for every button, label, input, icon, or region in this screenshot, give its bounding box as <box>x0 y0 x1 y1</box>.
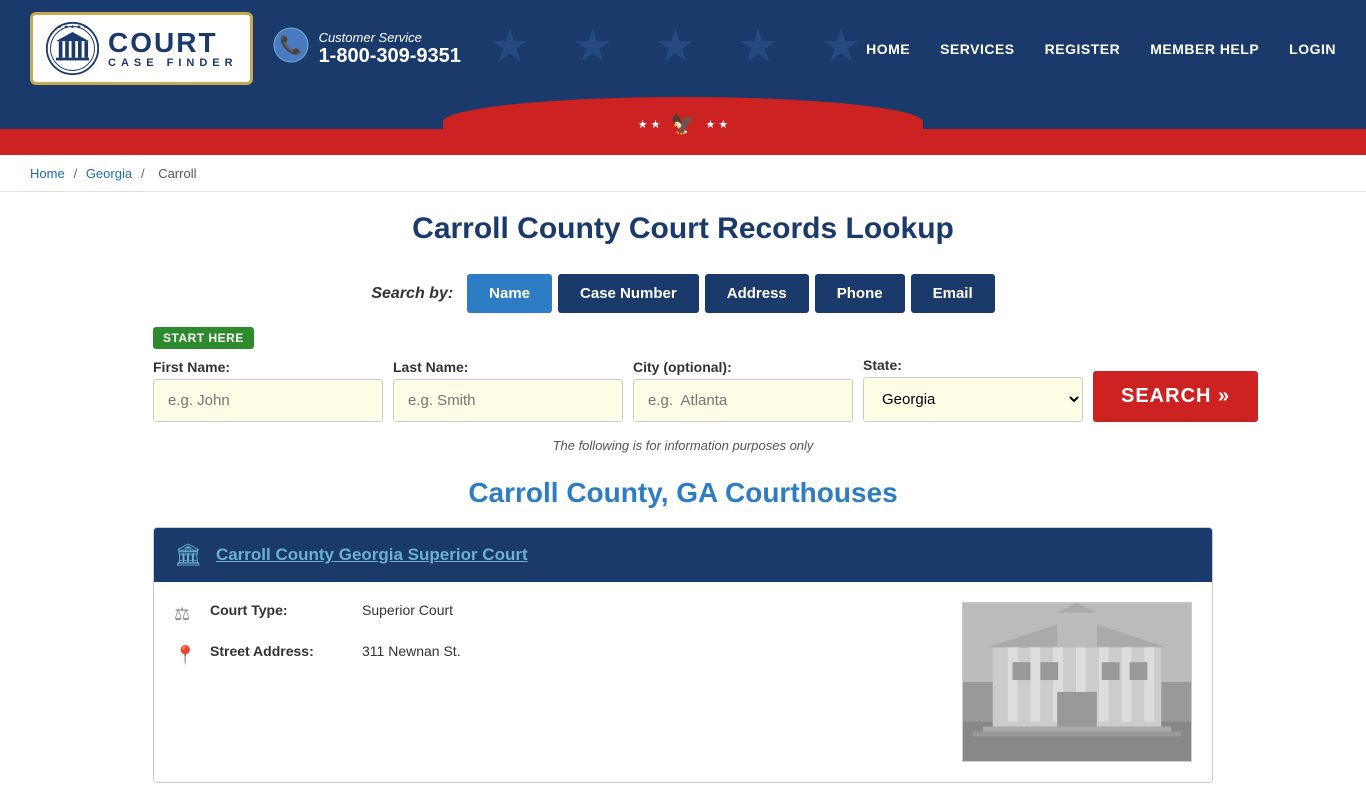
first-name-input[interactable] <box>153 379 383 422</box>
courthouse-building-icon: 🏛 <box>174 542 202 568</box>
address-value: 311 Newnan St. <box>362 643 461 659</box>
breadcrumb: Home / Georgia / Carroll <box>0 155 1366 192</box>
city-input[interactable] <box>633 379 853 422</box>
red-bottom-bar <box>0 147 1366 155</box>
courthouse-card: 🏛 Carroll County Georgia Superior Court … <box>153 527 1213 783</box>
court-type-row: ⚖ Court Type: Superior Court <box>174 602 942 625</box>
logo-case-finder-label: CASE FINDER <box>108 57 238 69</box>
logo-text: COURT CASE FINDER <box>108 29 238 69</box>
breadcrumb-sep1: / <box>74 166 81 181</box>
search-by-row: Search by: Name Case Number Address Phon… <box>153 274 1213 313</box>
tab-email[interactable]: Email <box>911 274 995 313</box>
tab-name[interactable]: Name <box>467 274 552 313</box>
tab-address[interactable]: Address <box>705 274 809 313</box>
courthouse-header: 🏛 Carroll County Georgia Superior Court <box>154 528 1212 582</box>
header-left: ★ ★ ★ ★ ★ COURT CASE FINDER <box>30 12 461 85</box>
wave-stars-left: ★ ★ <box>638 118 661 131</box>
first-name-group: First Name: <box>153 359 383 422</box>
city-label: City (optional): <box>633 359 853 375</box>
header-wave-area: ★ ★ 🦅 ★ ★ <box>0 97 1366 147</box>
search-form-area: START HERE First Name: Last Name: City (… <box>153 327 1213 422</box>
search-form-row: First Name: Last Name: City (optional): … <box>153 357 1213 422</box>
court-type-label: Court Type: <box>210 602 350 618</box>
courthouse-info: ⚖ Court Type: Superior Court 📍 Street Ad… <box>174 602 942 762</box>
stars-icon: ★ ★ ★ ★ ★ <box>490 19 877 72</box>
search-by-label: Search by: <box>371 285 453 303</box>
header-stars-decoration: ★ ★ ★ ★ ★ <box>490 0 877 90</box>
state-select[interactable]: Georgia Alabama Florida <box>863 377 1083 422</box>
nav-member-help[interactable]: MEMBER HELP <box>1150 41 1259 57</box>
site-header: ★ ★ ★ ★ ★ COURT CASE FINDER <box>0 0 1366 155</box>
page-title: Carroll County Court Records Lookup <box>153 212 1213 246</box>
last-name-label: Last Name: <box>393 359 623 375</box>
breadcrumb-current: Carroll <box>158 166 196 181</box>
nav-register[interactable]: REGISTER <box>1045 41 1121 57</box>
city-group: City (optional): <box>633 359 853 422</box>
main-nav: HOME SERVICES REGISTER MEMBER HELP LOGIN <box>866 41 1336 57</box>
courthouse-building-svg <box>963 602 1191 762</box>
wave-arc: ★ ★ 🦅 ★ ★ <box>443 97 923 147</box>
courthouse-body: ⚖ Court Type: Superior Court 📍 Street Ad… <box>154 582 1212 782</box>
header-main: ★ ★ ★ ★ ★ COURT CASE FINDER <box>0 0 1366 97</box>
phone-section: 📞 Customer Service 1-800-309-9351 <box>273 27 461 70</box>
breadcrumb-sep2: / <box>141 166 148 181</box>
last-name-group: Last Name: <box>393 359 623 422</box>
courthouses-title: Carroll County, GA Courthouses <box>153 477 1213 509</box>
nav-login[interactable]: LOGIN <box>1289 41 1336 57</box>
tab-phone[interactable]: Phone <box>815 274 905 313</box>
phone-number: 1-800-309-9351 <box>319 45 461 68</box>
site-logo[interactable]: ★ ★ ★ ★ ★ COURT CASE FINDER <box>30 12 253 85</box>
svg-text:★ ★ ★ ★ ★: ★ ★ ★ ★ ★ <box>57 23 88 30</box>
info-note: The following is for information purpose… <box>153 438 1213 453</box>
state-label: State: <box>863 357 1083 373</box>
phone-icon: 📞 <box>273 27 309 70</box>
state-group: State: Georgia Alabama Florida <box>863 357 1083 422</box>
address-label: Street Address: <box>210 643 350 659</box>
courthouse-name-link[interactable]: Carroll County Georgia Superior Court <box>216 545 528 565</box>
logo-court-label: COURT <box>108 29 218 57</box>
start-here-badge: START HERE <box>153 327 254 349</box>
location-icon: 📍 <box>174 645 198 666</box>
first-name-label: First Name: <box>153 359 383 375</box>
court-type-value: Superior Court <box>362 602 453 618</box>
court-type-icon: ⚖ <box>174 604 198 625</box>
phone-label: Customer Service <box>319 30 461 45</box>
nav-services[interactable]: SERVICES <box>940 41 1015 57</box>
breadcrumb-georgia[interactable]: Georgia <box>86 166 132 181</box>
logo-emblem-icon: ★ ★ ★ ★ ★ <box>45 21 100 76</box>
wave-stars-right: ★ ★ <box>705 118 728 131</box>
main-content: Carroll County Court Records Lookup Sear… <box>133 192 1233 803</box>
svg-text:📞: 📞 <box>279 33 302 55</box>
breadcrumb-home[interactable]: Home <box>30 166 65 181</box>
eagle-icon: 🦅 <box>671 112 696 137</box>
last-name-input[interactable] <box>393 379 623 422</box>
search-button[interactable]: SEARCH » <box>1093 371 1258 422</box>
address-row: 📍 Street Address: 311 Newnan St. <box>174 643 942 666</box>
courthouse-image <box>962 602 1192 762</box>
tab-case-number[interactable]: Case Number <box>558 274 699 313</box>
phone-text: Customer Service 1-800-309-9351 <box>319 30 461 68</box>
